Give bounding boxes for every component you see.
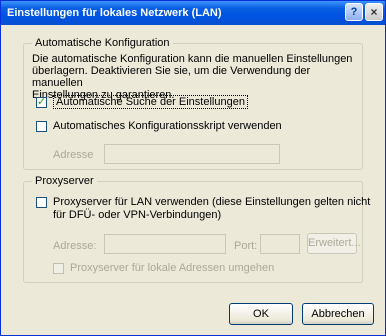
auto-config-group: Automatische Konfiguration Die automatis… — [23, 37, 363, 170]
proxy-legend: Proxyserver — [32, 175, 97, 187]
proxy-port-label: Port: — [234, 240, 258, 252]
advanced-button[interactable]: Erweitert... — [307, 233, 361, 254]
auto-config-description: Die automatische Konfiguration kann die … — [32, 53, 358, 101]
title-bar[interactable]: Einstellungen für lokales Netzwerk (LAN)… — [1, 1, 385, 25]
use-proxy-checkbox[interactable] — [36, 197, 47, 208]
bypass-checkbox[interactable] — [53, 262, 64, 274]
bypass-row[interactable]: Proxyserver für lokale Adressen umgehen — [53, 262, 274, 274]
lan-settings-dialog: Einstellungen für lokales Netzwerk (LAN)… — [0, 0, 386, 336]
use-script-checkbox[interactable] — [36, 120, 47, 132]
auto-detect-row[interactable]: Automatische Suche der Einstellungen — [36, 95, 248, 109]
proxy-port-input[interactable] — [260, 234, 300, 254]
script-address-label: Adresse — [53, 149, 94, 161]
auto-config-legend: Automatische Konfiguration — [32, 37, 173, 49]
use-script-label[interactable]: Automatisches Konfigurationsskript verwe… — [53, 120, 282, 132]
bypass-label[interactable]: Proxyserver für lokale Adressen umgehen — [70, 262, 274, 274]
close-button[interactable]: × — [365, 3, 383, 21]
auto-detect-checkbox[interactable] — [36, 95, 47, 108]
proxy-address-input[interactable] — [104, 234, 226, 254]
script-address-input[interactable] — [104, 144, 280, 164]
description-line: Die automatische Konfiguration kann die … — [32, 53, 353, 65]
use-proxy-row[interactable]: Proxyserver für LAN verwenden (diese Ein… — [36, 196, 370, 222]
auto-detect-label[interactable]: Automatische Suche der Einstellungen — [53, 95, 248, 109]
description-line: überlagern. Deaktivieren Sie sie, um die… — [32, 65, 311, 89]
help-button[interactable]: ? — [345, 3, 363, 21]
use-proxy-label-line2[interactable]: für DFÜ- oder VPN-Verbindungen) — [53, 209, 221, 221]
use-proxy-label: Proxyserver für LAN verwenden (diese Ein… — [53, 196, 370, 222]
window-title: Einstellungen für lokales Netzwerk (LAN) — [7, 7, 222, 19]
use-proxy-label-line1[interactable]: Proxyserver für LAN verwenden (diese Ein… — [53, 196, 370, 208]
cancel-button[interactable]: Abbrechen — [302, 303, 374, 325]
ok-button[interactable]: OK — [229, 303, 293, 325]
proxy-group: Proxyserver Proxyserver für LAN verwende… — [23, 175, 370, 283]
proxy-address-label: Adresse: — [53, 240, 97, 252]
use-script-row[interactable]: Automatisches Konfigurationsskript verwe… — [36, 120, 282, 132]
